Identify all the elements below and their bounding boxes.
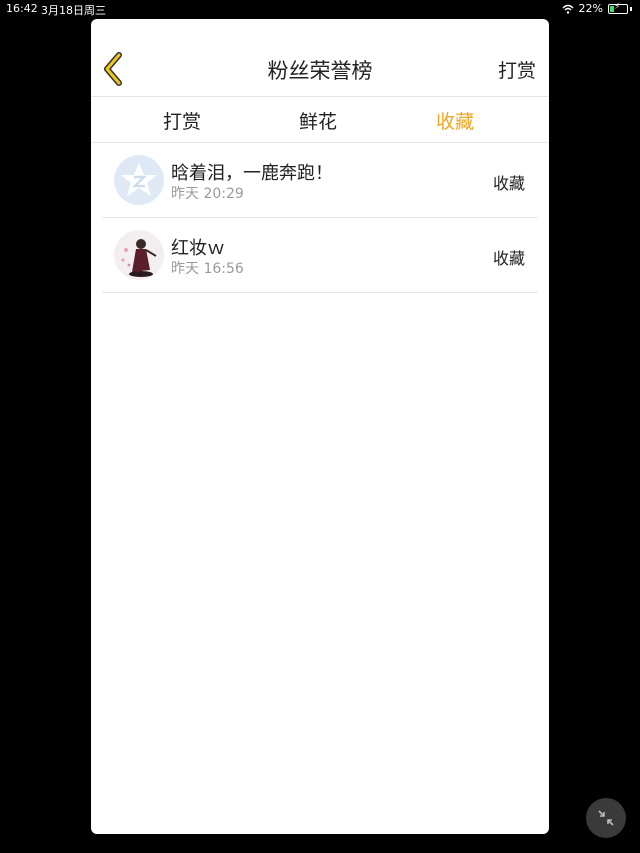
collapse-arrows-icon: [598, 810, 614, 826]
tab-flowers[interactable]: 鲜花: [299, 107, 337, 134]
wifi-icon: [562, 4, 574, 14]
list-item[interactable]: 晗着泪，一鹿奔跑！ 昨天 20:29 收藏: [102, 143, 538, 218]
user-photo-avatar: [114, 230, 164, 280]
favorite-label: 收藏: [492, 174, 525, 193]
default-star-avatar: [114, 155, 164, 205]
fan-name: 晗着泪，一鹿奔跑！: [171, 163, 333, 184]
status-time: 16:42: [6, 2, 38, 15]
status-bar: 16:42 3月18日周三 22% ⚡: [0, 0, 640, 18]
tab-reward[interactable]: 打赏: [163, 107, 201, 134]
nav-bar: 粉丝荣誉榜 打赏: [91, 19, 549, 97]
fan-list: 晗着泪，一鹿奔跑！ 昨天 20:29 收藏 红妆ｗ 昨天 16:56 收藏: [102, 143, 538, 293]
reward-button[interactable]: 打赏: [498, 56, 536, 83]
fan-name: 红妆ｗ: [171, 238, 225, 259]
page-title: 粉丝荣誉榜: [267, 59, 373, 83]
fan-honor-sheet: 粉丝荣誉榜 打赏 打赏 鲜花 收藏 晗着泪，一鹿奔跑！ 昨天 20:29 收藏: [91, 19, 549, 834]
tab-favorites[interactable]: 收藏: [436, 107, 474, 134]
fan-time: 昨天 20:29: [171, 186, 244, 202]
charging-bolt-icon: ⚡: [614, 1, 621, 12]
collapse-button[interactable]: [586, 798, 626, 838]
battery-cap: [630, 6, 632, 11]
fan-time: 昨天 16:56: [171, 261, 244, 277]
battery-icon: ⚡: [608, 1, 628, 14]
battery-percent: 22%: [578, 2, 603, 15]
status-date: 3月18日周三: [41, 4, 106, 17]
tab-bar: 打赏 鲜花 收藏: [91, 97, 549, 143]
status-indicators: 22% ⚡: [562, 2, 632, 15]
favorite-label: 收藏: [492, 249, 525, 268]
list-item[interactable]: 红妆ｗ 昨天 16:56 收藏: [102, 218, 538, 293]
